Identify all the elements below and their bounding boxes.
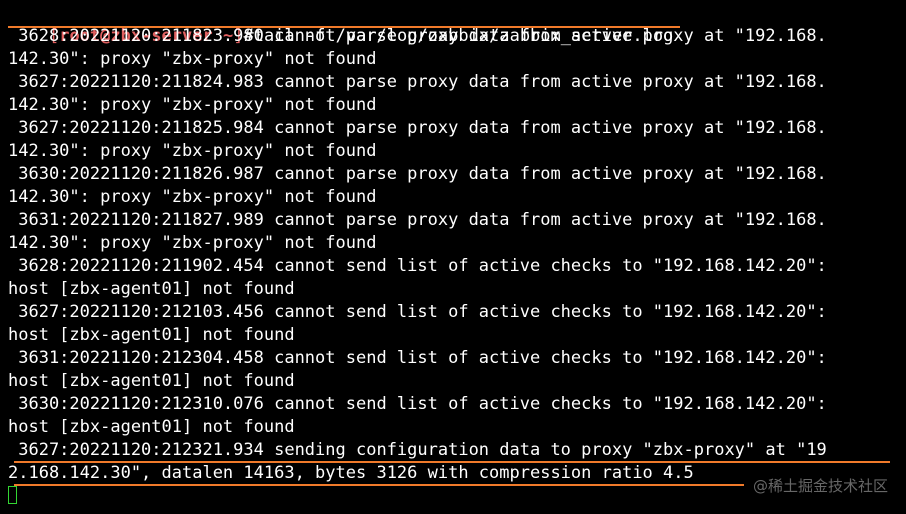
log-line: 142.30": proxy "zbx-proxy" not found [8,187,377,207]
log-line: host [zbx-agent01] not found [8,371,295,391]
log-line: host [zbx-agent01] not found [8,417,295,437]
watermark: @稀土掘金技术社区 [752,477,888,495]
log-line: 142.30": proxy "zbx-proxy" not found [8,95,377,115]
terminal-cursor [8,486,17,504]
log-line: host [zbx-agent01] not found [8,279,295,299]
log-line: 3631:20221120:212304.458 cannot send lis… [8,348,827,368]
log-line: 3631:20221120:211827.989 cannot parse pr… [8,210,827,230]
log-line: host [zbx-agent01] not found [8,325,295,345]
log-line: 3630:20221120:211826.987 cannot parse pr… [8,164,827,184]
log-line: 3628:20221120:211902.454 cannot send lis… [8,256,827,276]
log-highlight-underline [14,484,744,486]
log-line: 3628:20221120:211823.980 cannot parse pr… [8,26,827,46]
log-line: 142.30": proxy "zbx-proxy" not found [8,233,377,253]
log-line: 3627:20221120:211824.983 cannot parse pr… [8,72,827,92]
log-line-highlighted: 3627:20221120:212321.934 sending configu… [8,440,827,460]
terminal-window[interactable]: [root@zbx-server ~]#tail -f /var/log/zab… [0,0,906,514]
log-line: 3627:20221120:211825.984 cannot parse pr… [8,118,827,138]
log-line: 3630:20221120:212310.076 cannot send lis… [8,394,827,414]
prompt-line: [root@zbx-server ~]#tail -f /var/log/zab… [8,2,673,46]
log-line: 3627:20221120:212103.456 cannot send lis… [8,302,827,322]
log-line: 142.30": proxy "zbx-proxy" not found [8,141,377,161]
log-line-highlighted: 2.168.142.30", datalen 14163, bytes 3126… [8,463,694,483]
log-line: 142.30": proxy "zbx-proxy" not found [8,49,377,69]
